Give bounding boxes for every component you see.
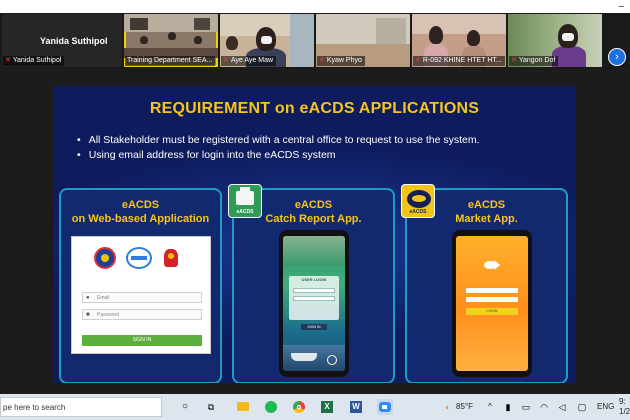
zoom-icon[interactable] <box>377 399 393 415</box>
word-icon[interactable]: W <box>348 399 364 415</box>
chevron-right-icon[interactable]: › <box>608 48 626 66</box>
video-tile-kyaw-phyo[interactable]: ✕ Kyaw Phyo <box>316 14 410 67</box>
input-language[interactable]: ENG <box>597 402 614 411</box>
catch-report-phone-mockup: USER LOGIN SIGN IN <box>279 230 349 377</box>
screen-share-area: REQUIREMENT on eACDS APPLICATIONS All St… <box>0 69 630 394</box>
panel-title: eACDS <box>121 199 160 211</box>
seafdec-logo <box>126 247 152 269</box>
tile-label: ✕ Yanida Suthipol <box>3 56 65 66</box>
slide-bullets: All Stakeholder must be registered with … <box>77 133 480 163</box>
clock-date[interactable]: 1/2 <box>619 407 630 416</box>
weather-icon[interactable]: ◐ <box>440 399 456 415</box>
chrome-icon[interactable] <box>291 399 307 415</box>
tile-label: ✕ Kyaw Phyo <box>317 56 365 66</box>
tile-label: ✕ R-092 KHINE HTET HT... <box>413 56 505 66</box>
active-speaker-name: Yanida Suthipol <box>40 36 108 46</box>
notification-icon[interactable]: ▢ <box>574 399 590 415</box>
catch-report-screen: USER LOGIN SIGN IN <box>283 236 345 371</box>
user-icon: ● <box>86 295 90 301</box>
chevron-up-icon[interactable]: ^ <box>482 399 498 415</box>
windows-taskbar: pe here to search ○ ⧉ X W ◐ 85°F ^ ▮ ▭ ◠… <box>0 394 630 420</box>
video-tile-yangon-dof[interactable]: ✕ Yangon Dof <box>508 14 602 67</box>
panel-catch-report-app: eACDS eACDS Catch Report App. USER LOGIN… <box>228 184 395 383</box>
panel-title: eACDS <box>467 199 506 211</box>
brunei-emblem-logo <box>160 247 182 269</box>
battery-icon[interactable]: ▭ <box>518 399 534 415</box>
mic-muted-icon: ✕ <box>5 57 11 64</box>
lock-icon: ■ <box>86 312 90 318</box>
zoom-meeting-window: – Yanida Suthipol ✕ Yanida Suthipol Train… <box>0 0 630 420</box>
sign-in-button[interactable]: SIGN IN <box>82 335 202 346</box>
panel-market-app: eACDS eACDS Market App. LOGIN <box>401 184 568 383</box>
presentation-slide: REQUIREMENT on eACDS APPLICATIONS All St… <box>53 86 576 383</box>
speaker-icon[interactable]: ◁ <box>554 399 570 415</box>
tile-label: ✕ Aye Aye Maw <box>221 56 277 66</box>
tile-label: Training Department SEA... <box>125 56 216 66</box>
password-field[interactable]: ■ Password <box>82 309 202 320</box>
clock-time[interactable]: 9: <box>619 397 626 406</box>
panel-web-application: eACDS on Web-based Application ● Email ■… <box>59 188 222 383</box>
panel-title: eACDS <box>294 199 333 211</box>
excel-icon[interactable]: X <box>319 399 335 415</box>
task-view-icon[interactable]: ⧉ <box>203 399 219 415</box>
market-screen: LOGIN <box>456 236 528 371</box>
wifi-icon[interactable]: ◠ <box>536 399 552 415</box>
bullet-item: All Stakeholder must be registered with … <box>77 133 480 148</box>
cortana-icon[interactable]: ○ <box>177 399 193 415</box>
panel-subtitle: Market App. <box>455 213 518 225</box>
bullet-item: Using email address for login into the e… <box>77 148 480 163</box>
fish-logo-icon <box>484 258 500 272</box>
panel-subtitle: Catch Report App. <box>265 213 362 225</box>
microphone-icon[interactable]: ▮ <box>500 399 516 415</box>
taskbar-search-box[interactable]: pe here to search <box>0 397 162 417</box>
panel-subtitle: on Web-based Application <box>71 213 210 225</box>
window-title-bar: – <box>0 0 630 13</box>
mic-muted-icon: ✕ <box>223 57 229 64</box>
slide-title: REQUIREMENT on eACDS APPLICATIONS <box>149 100 480 117</box>
weather-temperature[interactable]: 85°F <box>456 402 473 411</box>
close-icon[interactable]: – <box>618 1 624 12</box>
active-speaker-tile[interactable]: Yanida Suthipol ✕ Yanida Suthipol <box>2 14 122 67</box>
video-tile-r-092[interactable]: ✕ R-092 KHINE HTET HT... <box>412 14 506 67</box>
mic-muted-icon: ✕ <box>415 57 421 64</box>
mic-muted-icon: ✕ <box>319 57 325 64</box>
market-phone-mockup: LOGIN <box>452 230 532 377</box>
asean-logo <box>94 247 116 269</box>
tile-label: ✕ Yangon Dof <box>509 56 559 66</box>
participant-gallery: Yanida Suthipol ✕ Yanida Suthipol Trainin… <box>0 13 630 69</box>
email-field[interactable]: ● Email <box>82 292 202 303</box>
video-tile-training-department[interactable]: Training Department SEA... <box>124 14 218 67</box>
web-login-screenshot: ● Email ■ Password SIGN IN <box>71 236 211 354</box>
mic-muted-icon: ✕ <box>511 57 517 64</box>
video-tile-aye-aye-maw[interactable]: ✕ Aye Aye Maw <box>220 14 314 67</box>
spotify-icon[interactable] <box>263 399 279 415</box>
file-explorer-icon[interactable] <box>235 399 251 415</box>
